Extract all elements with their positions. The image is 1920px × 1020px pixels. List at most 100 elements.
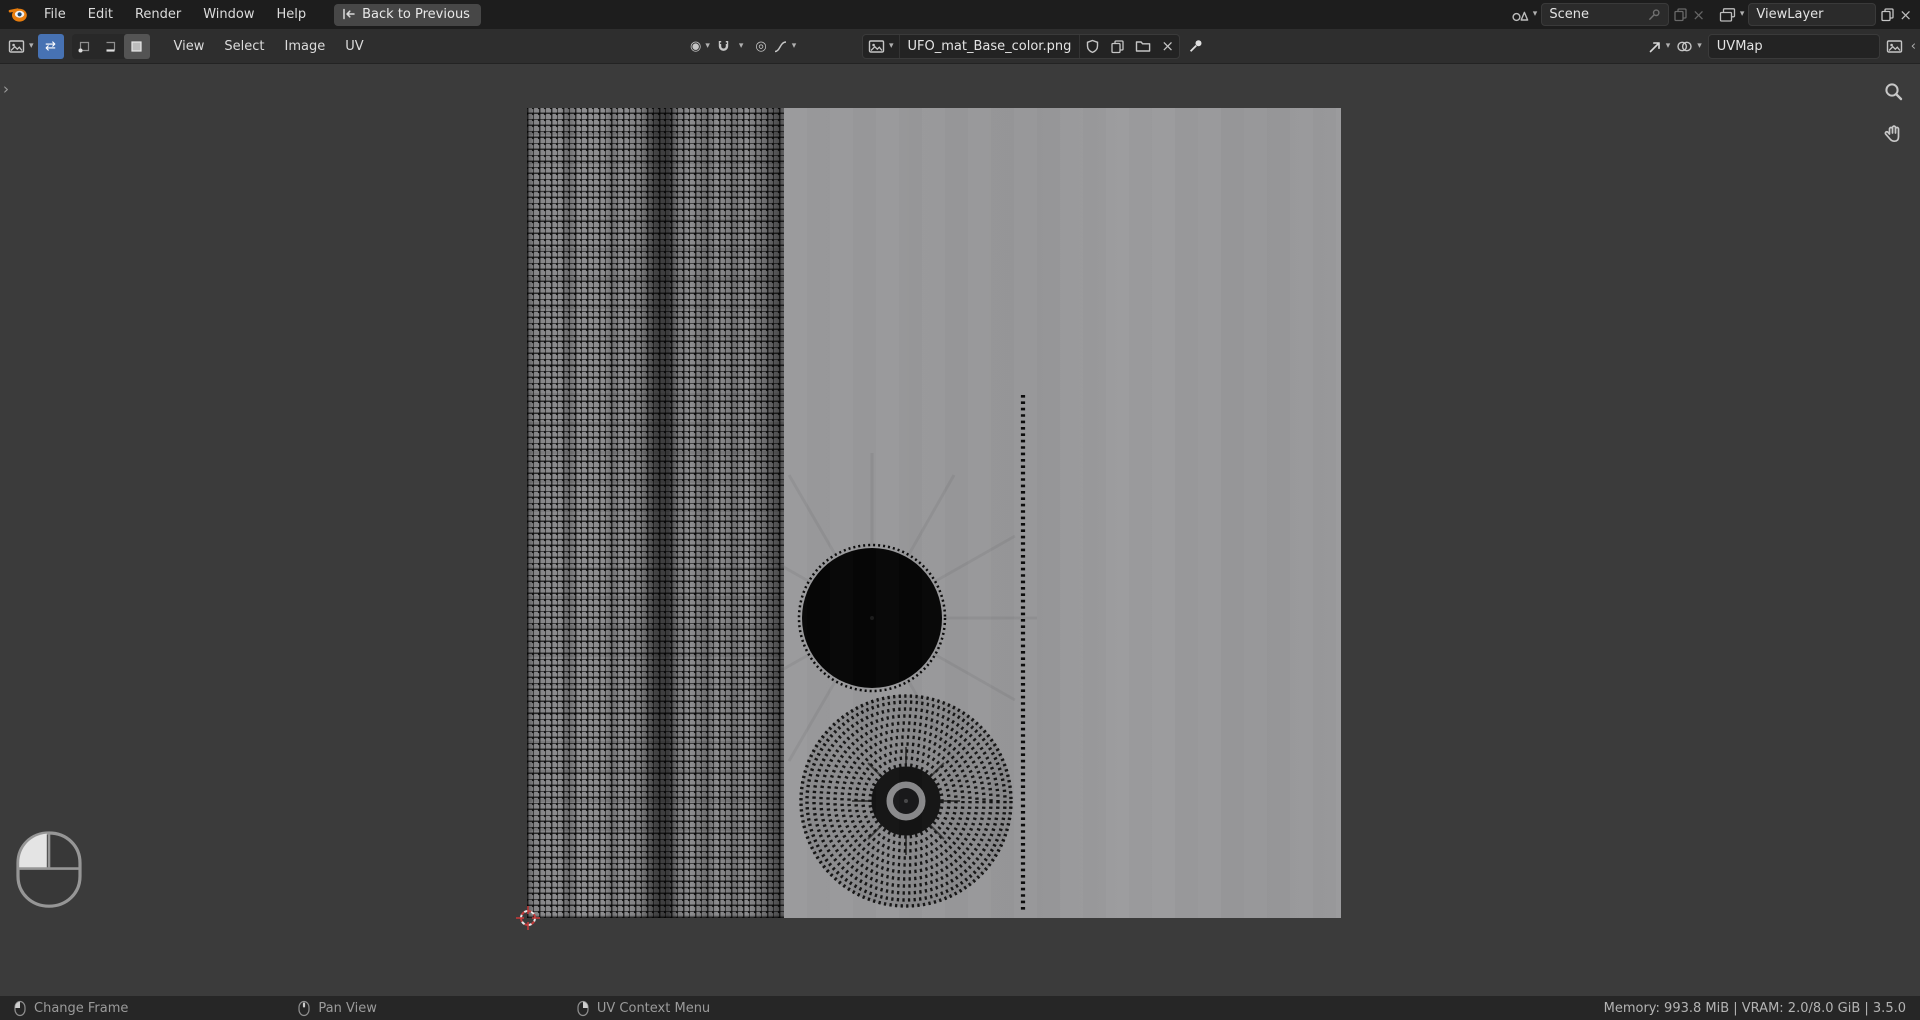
edge-select-mode-button[interactable] (98, 34, 124, 59)
toolbar-expand-arrow[interactable]: › (3, 80, 9, 98)
new-scene-button[interactable] (1673, 7, 1688, 22)
mouse-left-icon (14, 1000, 26, 1016)
topbar-right-cluster: ▾ Scene × ▾ ViewLayer × (1511, 3, 1912, 26)
proportional-editing-toggle[interactable]: ◎ (755, 39, 766, 54)
overlays-icon (1677, 41, 1692, 51)
pin-icon[interactable] (1647, 8, 1661, 22)
vertex-select-icon (78, 41, 90, 52)
view-layer-dropdown[interactable]: ▾ (1719, 7, 1744, 23)
hint-change-frame: Change Frame (14, 1000, 128, 1017)
mouse-drag-indicator (12, 829, 86, 915)
scene-name: Scene (1549, 7, 1589, 22)
fake-user-toggle[interactable] (1080, 35, 1105, 58)
menu-uv-uv[interactable]: UV (335, 35, 373, 58)
vertex-select-mode-button[interactable] (72, 34, 98, 59)
uv-editor-header: ▾ ⇄ View Select Image UV ◉ ▾ ▾ ◎ ▾ ▾ UFO… (0, 29, 1920, 64)
statusbar: Change Frame Pan View UV Context Menu Me… (0, 996, 1920, 1020)
new-image-icon (1111, 39, 1124, 53)
magnet-icon (718, 40, 729, 51)
folder-icon (1136, 41, 1151, 52)
overlays-dropdown[interactable]: ▾ (1676, 39, 1702, 54)
proportional-icon: ◎ (755, 38, 767, 54)
system-stats: Memory: 993.8 MiB | VRAM: 2.0/8.0 GiB | … (1603, 1000, 1906, 1016)
view-layer-name: ViewLayer (1756, 7, 1824, 22)
header-right-cluster: ▾ ▾ UVMap ‹ (1647, 29, 1916, 63)
display-channels-button[interactable] (1886, 39, 1903, 54)
add-view-layer-button[interactable] (1880, 7, 1895, 22)
image-editor-icon (8, 39, 25, 53)
editor-type-dropdown[interactable]: ▾ (8, 39, 34, 54)
image-pin-toggle[interactable] (1188, 38, 1204, 54)
image-selector-cluster: ▾ UFO_mat_Base_color.png × (862, 29, 1204, 63)
pivot-icon: ◉ (690, 38, 702, 54)
scene-browse-dropdown[interactable]: ▾ (1511, 7, 1537, 23)
back-arrow-icon (341, 7, 356, 21)
pin-icon (1189, 40, 1202, 52)
black-circle-island (797, 543, 947, 693)
menu-file[interactable]: File (34, 3, 76, 26)
hand-icon (1884, 124, 1899, 142)
image-icon (1886, 39, 1902, 53)
hint-pan-view: Pan View (298, 1000, 377, 1017)
duplicate-icon (1674, 8, 1687, 22)
image-name[interactable]: UFO_mat_Base_color.png (898, 34, 1081, 58)
snap-settings-dropdown[interactable]: ▾ (737, 41, 744, 51)
uv-image-canvas[interactable] (516, 108, 1341, 930)
menu-uv-image[interactable]: Image (275, 35, 336, 58)
image-icon (868, 39, 885, 53)
mouse-left-button-highlight (19, 833, 47, 869)
remove-view-layer-button[interactable]: × (1899, 6, 1912, 24)
mouse-middle-icon (298, 1000, 311, 1016)
blender-logo-icon[interactable] (8, 6, 28, 24)
hint-label: UV Context Menu (596, 1000, 711, 1016)
back-to-previous-button[interactable]: Back to Previous (334, 3, 481, 26)
open-image-button[interactable] (1130, 35, 1156, 58)
menu-window[interactable]: Window (193, 3, 264, 26)
menu-help[interactable]: Help (267, 3, 317, 26)
hint-label: Pan View (318, 1000, 377, 1016)
edge-select-icon (106, 41, 116, 52)
menu-render[interactable]: Render (125, 3, 191, 26)
pan-tool-button[interactable] (1880, 120, 1906, 146)
view-layer-icon (1719, 7, 1736, 22)
uvmap-name: UVMap (1716, 38, 1763, 54)
unlink-image-button[interactable]: × (1156, 35, 1179, 58)
view-layer-name-field[interactable]: ViewLayer (1748, 3, 1877, 26)
gizmo-arrow-icon (1649, 41, 1660, 52)
zoom-tool-button[interactable] (1880, 78, 1906, 104)
proportional-falloff-dropdown[interactable]: ▾ (773, 39, 796, 54)
duplicate-icon (1881, 8, 1895, 22)
header-collapse-arrow[interactable]: ‹ (1911, 40, 1916, 53)
transform-tools-cluster: ◉ ▾ ▾ ◎ ▾ (690, 29, 796, 63)
browse-image-dropdown[interactable]: ▾ (863, 35, 899, 58)
gizmos-dropdown[interactable]: ▾ (1647, 39, 1670, 54)
topbar: File Edit Render Window Help Back to Pre… (0, 0, 1920, 29)
sync-select-icon: ⇄ (45, 38, 56, 54)
uv-editor-viewport[interactable]: › (0, 64, 1920, 996)
face-select-icon (131, 40, 142, 52)
uv-sync-selection-toggle[interactable]: ⇄ (37, 33, 64, 59)
menu-edit[interactable]: Edit (78, 3, 123, 26)
active-uvmap-field[interactable]: UVMap (1707, 33, 1880, 59)
pivot-point-dropdown[interactable]: ◉ ▾ (690, 39, 710, 54)
falloff-curve-icon (774, 40, 786, 52)
image-selector: ▾ UFO_mat_Base_color.png × (862, 33, 1180, 59)
hint-label: Change Frame (34, 1000, 129, 1016)
menu-uv-select[interactable]: Select (214, 35, 274, 58)
face-select-mode-button[interactable] (123, 33, 150, 59)
radial-disc-core (852, 747, 960, 855)
viewport-nav-controls (1880, 78, 1906, 146)
back-to-previous-label: Back to Previous (362, 6, 470, 22)
uv-2d-cursor (516, 906, 540, 930)
scene-name-field[interactable]: Scene (1541, 3, 1670, 26)
snap-toggle-button[interactable] (716, 39, 731, 54)
mouse-right-icon (577, 1000, 589, 1016)
zoom-icon (1884, 82, 1902, 100)
scene-icon (1512, 11, 1529, 21)
menu-uv-view[interactable]: View (164, 35, 215, 58)
new-image-button[interactable] (1105, 35, 1130, 58)
unlink-scene-button[interactable]: × (1692, 6, 1705, 24)
hint-uv-context-menu: UV Context Menu (577, 1000, 710, 1017)
select-mode-group (71, 33, 150, 59)
uv-overlay (516, 395, 1037, 930)
